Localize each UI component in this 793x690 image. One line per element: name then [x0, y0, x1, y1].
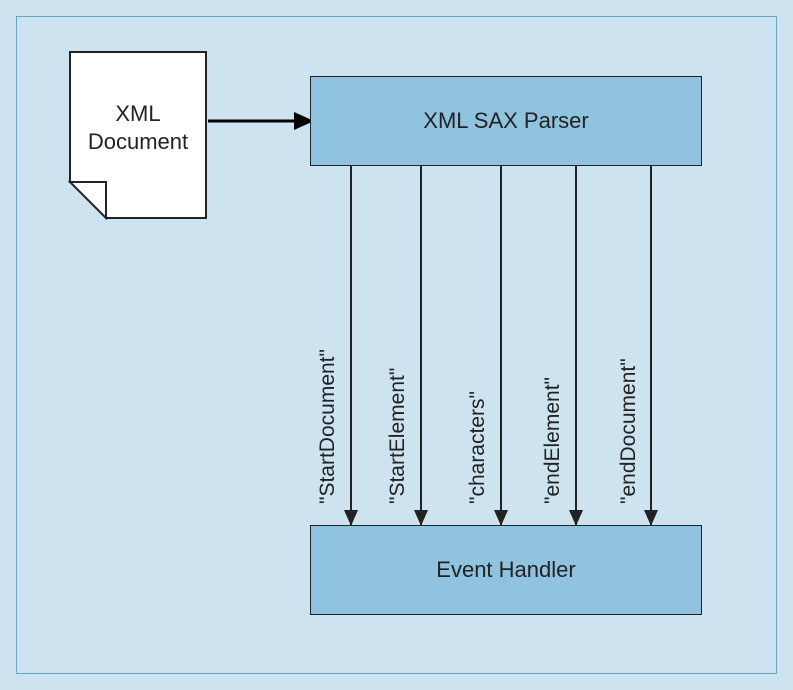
event-label-text: "endElement"	[541, 377, 565, 504]
xml-document-label: XML Document	[68, 100, 208, 155]
xml-document-label-line2: Document	[88, 129, 188, 154]
arrow-doc-to-parser	[208, 106, 314, 136]
arrow-line	[650, 166, 652, 525]
event-arrow	[575, 166, 577, 525]
arrow-head-icon	[494, 510, 508, 526]
arrow-head-icon	[414, 510, 428, 526]
parser-box: XML SAX Parser	[310, 76, 702, 166]
event-arrow	[420, 166, 422, 525]
xml-document-label-line1: XML	[115, 101, 160, 126]
event-arrow	[350, 166, 352, 525]
xml-document-icon: XML Document	[68, 50, 208, 220]
arrow-head-icon	[569, 510, 583, 526]
event-arrow	[500, 166, 502, 525]
event-label-text: "StartDocument"	[316, 349, 340, 504]
handler-box: Event Handler	[310, 525, 702, 615]
event-label-text: "StartElement"	[386, 368, 410, 504]
arrow-line	[500, 166, 502, 525]
event-label-text: "endDocument"	[617, 358, 641, 504]
arrow-line	[350, 166, 352, 525]
arrow-line	[420, 166, 422, 525]
event-arrow	[650, 166, 652, 525]
arrow-head-icon	[344, 510, 358, 526]
event-label-text: "characters"	[466, 391, 490, 504]
parser-label: XML SAX Parser	[423, 108, 588, 134]
arrow-head-icon	[644, 510, 658, 526]
handler-label: Event Handler	[436, 557, 575, 583]
arrow-line	[575, 166, 577, 525]
